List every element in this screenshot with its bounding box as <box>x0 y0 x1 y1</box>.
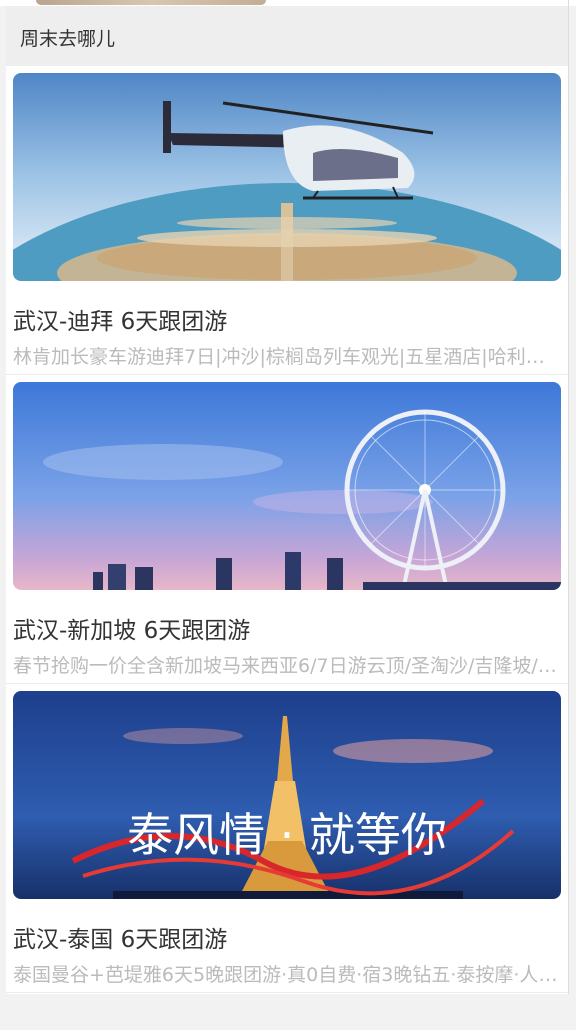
tour-thumbnail[interactable]: 泰风情 · 就等你 <box>13 691 561 899</box>
tour-description: 泰国曼谷+芭堤雅6天5晚跟团游·真0自费·宿3晚钻五·泰按摩·人妖秀 <box>13 964 561 986</box>
tour-title: 武汉-泰国 6天跟团游 <box>13 927 228 953</box>
previous-photo-edge <box>36 0 266 5</box>
helicopter-photo <box>13 73 561 281</box>
section-title: 周末去哪儿 <box>20 28 116 50</box>
tour-card-singapore[interactable]: 武汉-新加坡 6天跟团游 春节抢购一价全含新加坡马来西亚6/7日游云顶/圣淘沙/… <box>6 375 568 684</box>
banner-text: 泰风情 · 就等你 <box>127 808 447 862</box>
tour-thumbnail[interactable] <box>13 73 561 281</box>
ferris-wheel-photo <box>13 382 561 590</box>
tour-card-thailand[interactable]: 泰风情 · 就等你 武汉-泰国 6天跟团游 泰国曼谷+芭堤雅6天5晚跟团游·真0… <box>6 684 568 993</box>
right-divider <box>568 0 569 994</box>
tour-list: 武汉-迪拜 6天跟团游 林肯加长豪车游迪拜7日|冲沙|棕榈岛列车观光|五星酒店|… <box>6 66 568 994</box>
tour-description: 春节抢购一价全含新加坡马来西亚6/7日游云顶/圣淘沙/吉隆坡/马六甲 <box>13 655 561 677</box>
tour-description: 林肯加长豪车游迪拜7日|冲沙|棕榈岛列车观光|五星酒店|哈利法塔|帆船酒店 <box>13 346 561 368</box>
tour-title: 武汉-新加坡 6天跟团游 <box>13 618 251 644</box>
section-header: 周末去哪儿 <box>6 6 568 66</box>
tour-title: 武汉-迪拜 6天跟团游 <box>13 309 228 335</box>
temple-photo: 泰风情 · 就等你 <box>13 691 561 899</box>
tour-thumbnail[interactable] <box>13 382 561 590</box>
tour-card-dubai[interactable]: 武汉-迪拜 6天跟团游 林肯加长豪车游迪拜7日|冲沙|棕榈岛列车观光|五星酒店|… <box>6 66 568 375</box>
